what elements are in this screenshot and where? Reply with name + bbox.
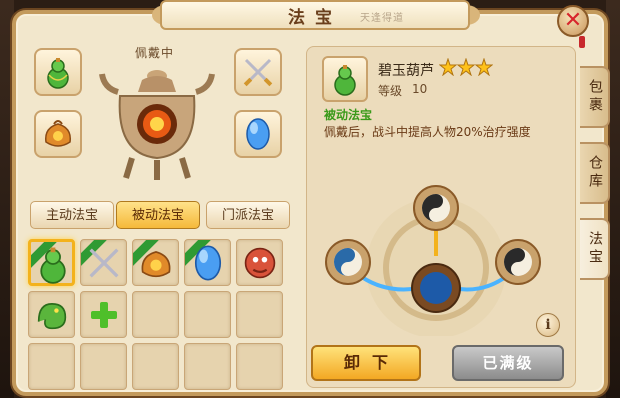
tab-sect-treasure[interactable]: 门派法宝 — [206, 201, 290, 229]
inventory-slot-empty[interactable] — [236, 343, 283, 390]
inventory-grid — [28, 239, 290, 395]
tab-active-treasure[interactable]: 主动法宝 — [30, 201, 114, 229]
add-slot-button[interactable] — [80, 291, 127, 338]
star-rating — [439, 58, 493, 76]
inventory-slot-empty[interactable] — [80, 343, 127, 390]
title-decoration-text: 天逢得道 — [360, 13, 404, 24]
equipped-slot-2[interactable] — [234, 48, 282, 96]
inventory-slot[interactable] — [28, 239, 75, 286]
maxed-level-button[interactable]: 已满级 — [452, 345, 564, 381]
equipped-slot-1[interactable] — [34, 48, 82, 96]
inventory-slot[interactable] — [184, 239, 231, 286]
equipped-slot-3[interactable] — [34, 110, 82, 158]
inventory-slot[interactable] — [132, 239, 179, 286]
inventory-slot-empty[interactable] — [184, 291, 231, 338]
unload-button[interactable]: 卸下 — [311, 345, 421, 381]
info-button[interactable]: i — [536, 313, 560, 337]
side-tab-bag[interactable]: 包裹 — [580, 66, 610, 128]
star-icon — [439, 58, 458, 76]
inventory-slot[interactable] — [28, 291, 75, 338]
star-icon — [456, 58, 476, 76]
level-label: 等级 — [378, 84, 403, 98]
green-gourd-icon — [47, 58, 69, 89]
blue-crystal-icon — [194, 245, 222, 281]
inventory-slot-empty[interactable] — [132, 291, 179, 338]
incense-urn-artwork — [99, 70, 215, 180]
item-description: 佩戴后，战斗中提高人物20%治疗强度 — [324, 125, 531, 139]
close-icon: ✕ — [563, 8, 583, 33]
equipped-slot-4[interactable] — [234, 110, 282, 158]
green-gourd-icon — [334, 65, 356, 96]
crossed-swords-icon — [89, 248, 119, 278]
item-name: 碧玉葫芦 — [378, 63, 434, 79]
crossed-swords-icon — [243, 58, 273, 87]
item-type: 被动法宝 — [324, 108, 373, 122]
taiji-node-right — [495, 239, 541, 285]
inventory-slot-empty[interactable] — [184, 343, 231, 390]
inventory-slot[interactable] — [80, 239, 127, 286]
green-dragon-icon — [37, 303, 67, 330]
window-title: 法宝 — [288, 8, 342, 28]
tab-passive-treasure[interactable]: 被动法宝 — [116, 201, 200, 229]
side-tab-warehouse[interactable]: 仓库 — [580, 142, 610, 204]
close-tassel-decoration — [579, 36, 585, 48]
inventory-slot-empty[interactable] — [132, 343, 179, 390]
taiji-node-left — [325, 239, 371, 285]
close-button[interactable]: ✕ — [557, 5, 589, 37]
blue-crystal-icon — [246, 118, 270, 150]
side-tab-treasure[interactable]: 法宝 — [580, 218, 610, 280]
inventory-slot-empty[interactable] — [236, 291, 283, 338]
fire-bag-icon — [45, 120, 71, 147]
add-slot-icon — [91, 302, 117, 328]
taiji-upgrade-diagram — [325, 185, 541, 336]
inventory-slot[interactable] — [236, 239, 283, 286]
inventory-slot-empty[interactable] — [28, 343, 75, 390]
green-gourd-icon — [40, 247, 66, 284]
taiji-node-top — [413, 185, 459, 231]
star-icon — [474, 58, 493, 76]
level-value: 10 — [412, 82, 428, 96]
selected-item-icon — [322, 56, 368, 102]
red-lion-icon — [244, 247, 276, 279]
moon-core-icon — [411, 263, 461, 313]
equipped-label: 佩戴中 — [135, 46, 175, 60]
fire-bag-icon — [141, 251, 171, 278]
